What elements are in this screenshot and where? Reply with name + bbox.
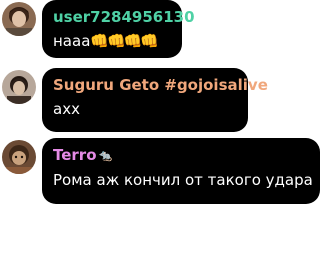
username[interactable]: user7284956130 (53, 8, 195, 26)
avatar[interactable] (2, 70, 36, 104)
message-text-content: нааа (53, 32, 91, 50)
username-text: Terro (53, 146, 97, 164)
username[interactable]: Terro 🐀 (53, 146, 310, 165)
message-bubble: user7284956130 нааа👊👊👊👊 (42, 0, 195, 58)
message-text: нааа👊👊👊👊 (53, 32, 172, 50)
rat-icon: 🐀 (98, 149, 113, 162)
message-text: Рома аж кончил от такого удара (53, 171, 313, 189)
username[interactable]: Suguru Geto #gojoisalive (53, 76, 268, 94)
fist-emoji-icon: 👊👊👊👊 (90, 32, 159, 50)
message-bubble: Terro 🐀 Рома аж кончил от такого удара (42, 138, 320, 204)
message-bubble: Suguru Geto #gojoisalive ахх (42, 68, 268, 132)
avatar[interactable] (2, 2, 36, 36)
message-text: ахх (53, 100, 80, 118)
avatar[interactable] (2, 140, 36, 174)
